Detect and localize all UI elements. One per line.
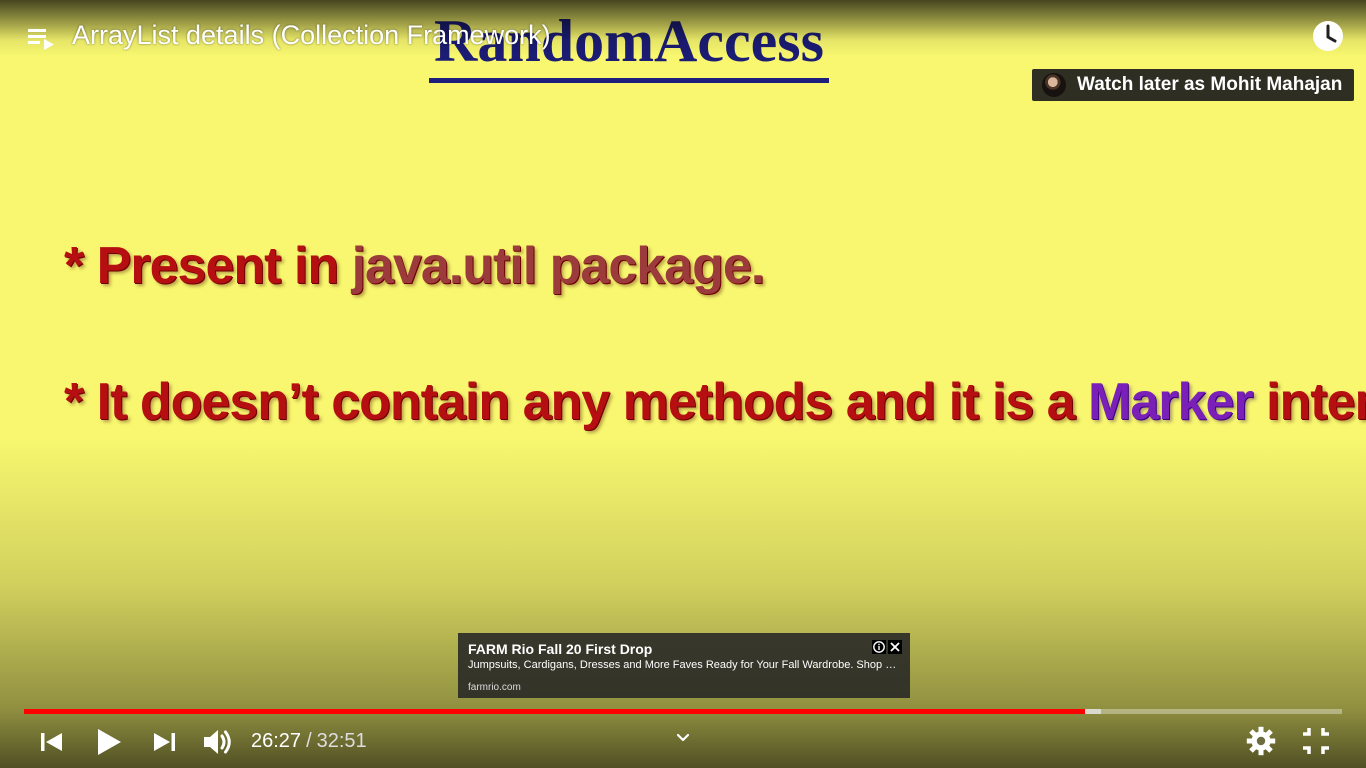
slide-line-package-prefix: * Present in [64, 237, 352, 295]
gear-icon[interactable] [1244, 724, 1278, 758]
slide-line-marker-prefix: * It doesn’t contain any methods and it … [64, 373, 1089, 431]
playlist-icon[interactable] [24, 22, 56, 54]
info-icon[interactable] [872, 640, 886, 654]
bottom-gradient [0, 438, 1366, 768]
volume-icon[interactable] [200, 724, 236, 760]
time-display: 26:27/32:51 [251, 729, 367, 753]
brand-underline [429, 78, 829, 83]
ad-url[interactable]: farmrio.com [468, 682, 521, 694]
chevron-down-icon[interactable] [672, 727, 694, 749]
slide-line-marker-highlight: Marker [1088, 373, 1254, 431]
time-separator: / [306, 730, 312, 752]
player-title-bar: ArrayList details (Collection Framework)… [0, 0, 1366, 101]
exit-fullscreen-icon[interactable] [1299, 724, 1333, 758]
clock-icon[interactable] [1310, 18, 1346, 54]
skip-previous-icon[interactable] [36, 727, 66, 757]
skip-next-icon[interactable] [150, 727, 180, 757]
video-title[interactable]: ArrayList details (Collection Framework) [72, 18, 551, 52]
avatar [1042, 73, 1066, 97]
ad-title[interactable]: FARM Rio Fall 20 First Drop [468, 641, 652, 657]
current-time: 26:27 [251, 730, 302, 752]
slide-line-marker: * It doesn’t contain any methods and it … [64, 372, 1366, 432]
ad-description[interactable]: Jumpsuits, Cardigans, Dresses and More F… [468, 658, 904, 672]
slide-line-package: * Present in java.util package. [64, 236, 766, 296]
slide-line-marker-suffix: interface [1266, 373, 1366, 431]
watch-later-tooltip: Watch later as Mohit Mahajan [1032, 69, 1354, 101]
overlay-ad[interactable]: FARM Rio Fall 20 First Drop Jumpsuits, C… [458, 633, 910, 698]
duration: 32:51 [316, 730, 367, 752]
slide-line-package-name: java.util package. [351, 237, 766, 295]
close-icon[interactable] [888, 640, 902, 654]
progress-played [24, 709, 1085, 714]
progress-bar[interactable] [24, 709, 1342, 714]
play-icon[interactable] [91, 724, 127, 760]
watch-later-label: Watch later as Mohit Mahajan [1077, 74, 1343, 95]
